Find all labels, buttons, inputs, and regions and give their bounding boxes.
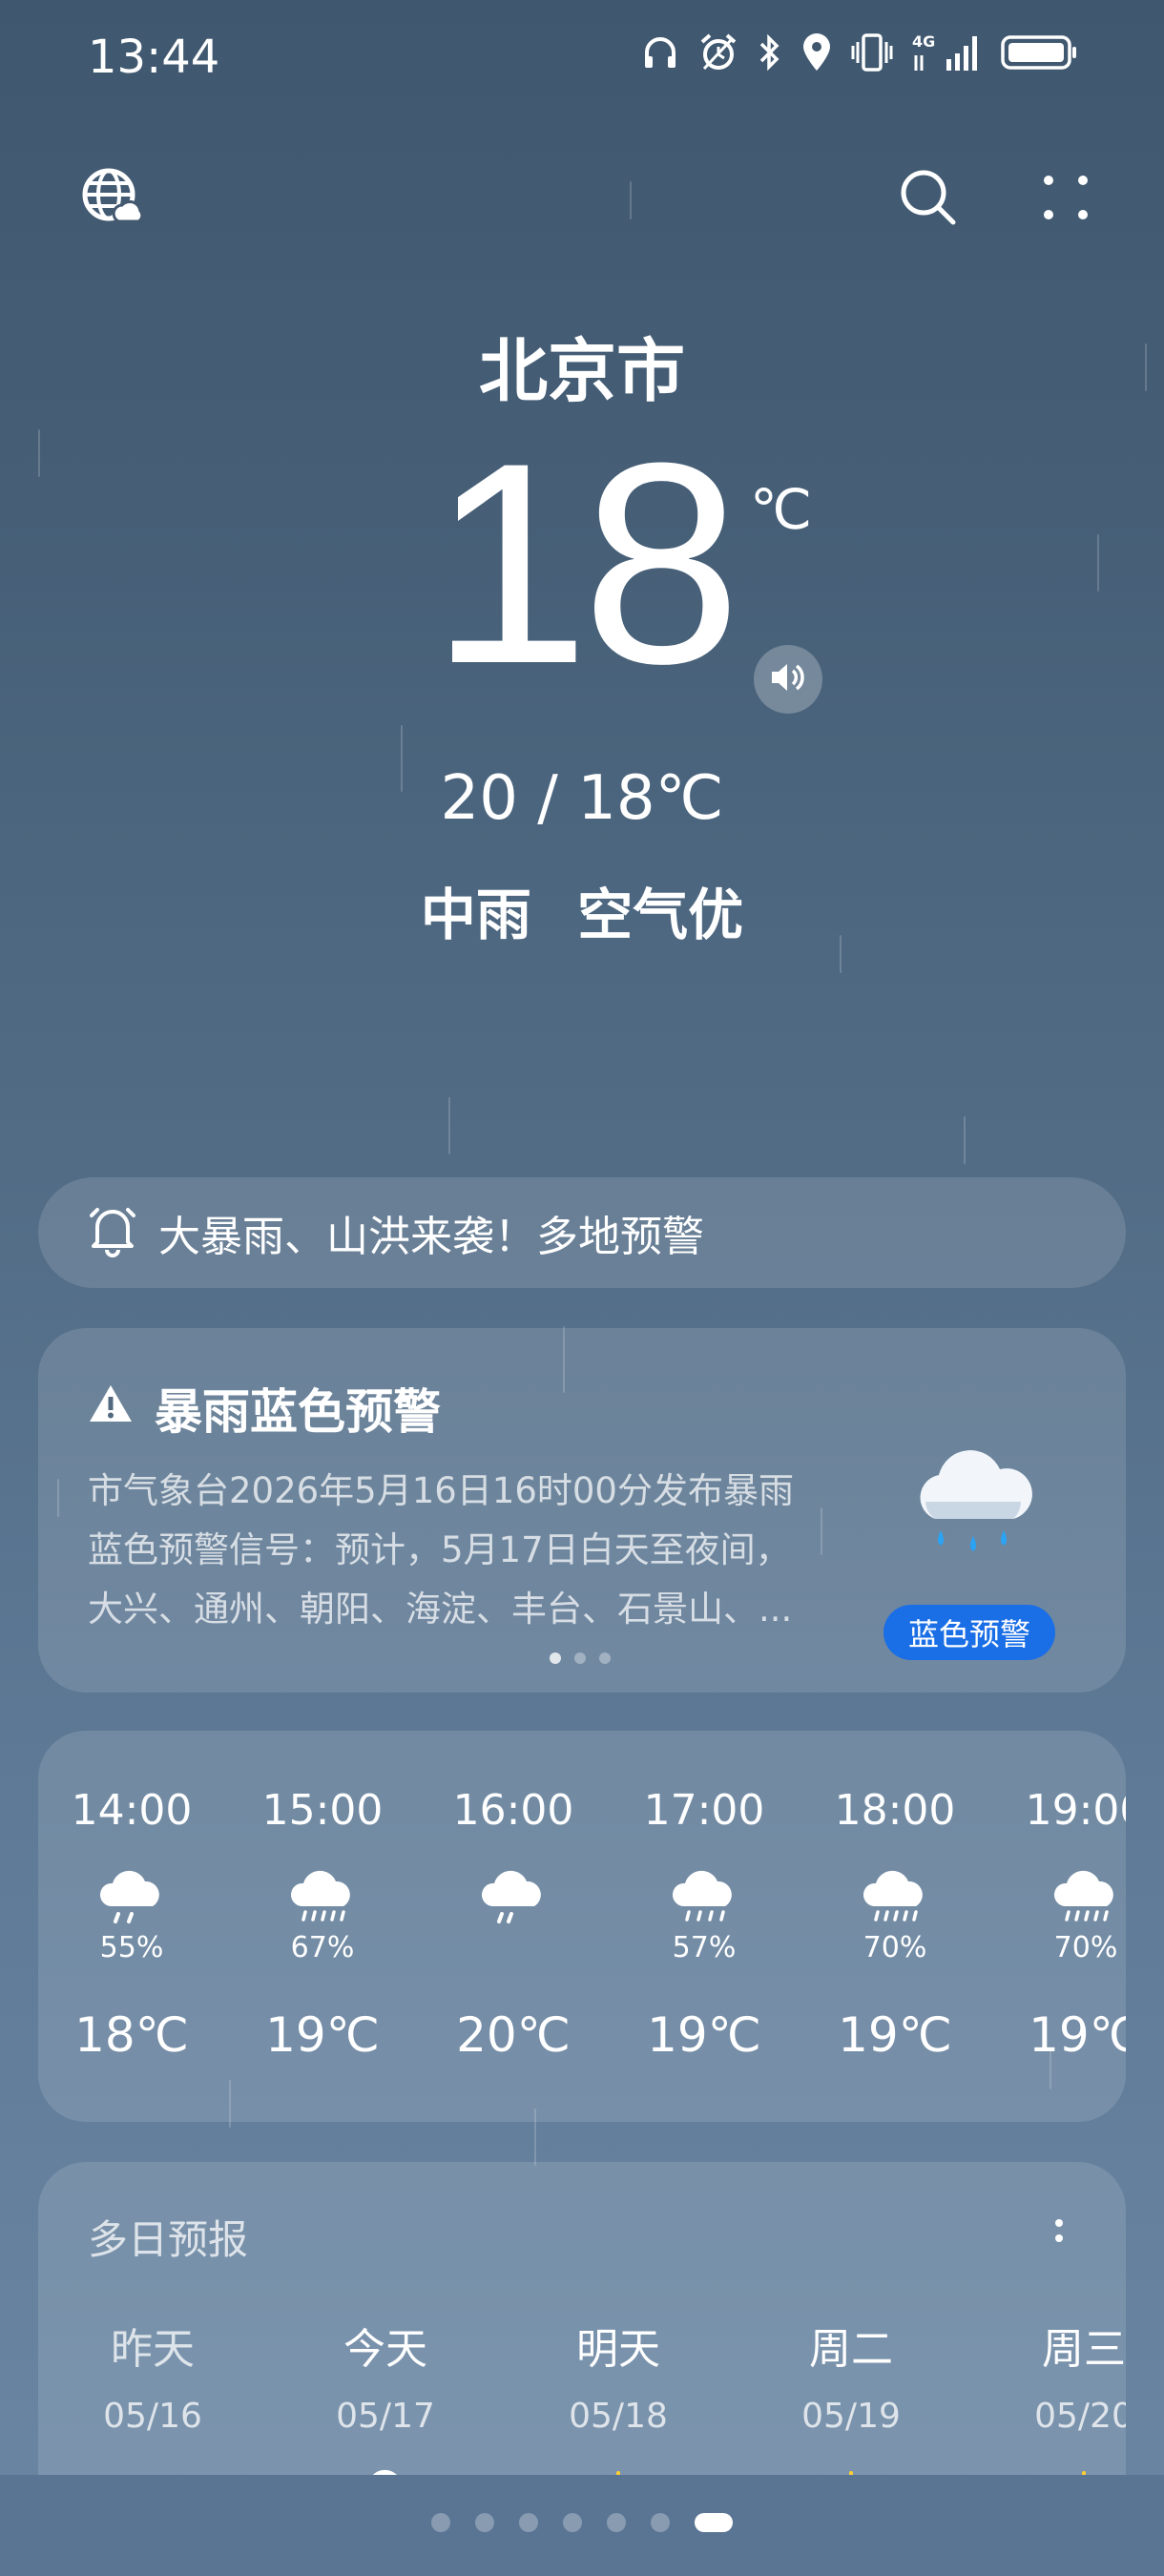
page-dot-active [695,2513,733,2532]
daily-item[interactable]: 昨天 05/16 [57,2315,248,2436]
daily-item[interactable]: 明天 05/18 [523,2315,714,2515]
weather-condition: 中雨 [420,883,531,947]
city-name[interactable]: 北京市 [0,315,1164,415]
search-button[interactable] [895,166,962,233]
hour-temp: 19℃ [838,2007,952,2063]
warning-icon [88,1381,134,1436]
hour-temp: 19℃ [265,2007,380,2063]
status-icons: 4G [641,32,1078,73]
daily-item[interactable]: 周二 05/19 [756,2315,946,2515]
page-dot [475,2513,494,2532]
hour-precip: 55% [99,1931,164,1964]
day-date: 05/17 [336,2397,435,2436]
pager-dot [550,1652,561,1664]
warning-line: 大兴、通州、朝阳、海淀、丰台、石景山、... [88,1589,793,1630]
weather-warning-card[interactable]: 暴雨蓝色预警 市气象台2026年5月16日16时00分发布暴雨 蓝色预警信号：预… [38,1328,1126,1693]
warning-line: 蓝色预警信号：预计，5月17日白天至夜间， [88,1529,791,1570]
hourly-forecast[interactable]: 14:00 55% 18℃ 15:00 67% 19℃ 16:00 20℃ 17… [38,1731,1126,2122]
city-page-indicator[interactable] [0,2513,1164,2532]
day-date: 05/20 [1034,2397,1126,2436]
page-dot [563,2513,582,2532]
battery-icon [1000,32,1078,73]
hour-time: 15:00 [261,1786,384,1835]
air-quality[interactable]: 空气优 [577,883,743,947]
page-dot [431,2513,450,2532]
day-date: 05/18 [569,2397,668,2436]
page-dot [519,2513,538,2532]
bluetooth-icon [758,32,782,73]
status-time: 13:44 [88,31,220,84]
temperature-unit: ℃ [750,477,813,542]
hour-time: 14:00 [71,1786,193,1835]
hour-precip: 57% [672,1931,737,1964]
day-label: 昨天 [111,2325,195,2374]
daily-more-button[interactable] [1050,2204,1069,2261]
day-label: 周三 [1042,2325,1126,2374]
hour-time: 17:00 [643,1786,765,1835]
daily-item[interactable]: 周三 05/20 [988,2315,1126,2515]
rain-cloud-icon [97,1868,166,1933]
daily-forecast-title: 多日预报 [88,2216,249,2263]
page-dot [651,2513,670,2532]
current-temperature: 18 [430,403,741,723]
hour-precip: 70% [863,1931,927,1964]
location-icon [801,32,832,73]
rain-cloud-icon [861,1868,929,1933]
warning-line: 市气象台2026年5月16日16时00分发布暴雨 [88,1470,794,1511]
page-dot [607,2513,626,2532]
city-manage-button[interactable] [78,166,145,233]
hour-temp: 18℃ [74,2007,189,2063]
day-date: 05/16 [103,2397,202,2436]
speaker-icon [768,657,808,701]
temperature-range: 20 / 18℃ [440,763,724,834]
pager-dot [574,1652,586,1664]
daily-item[interactable]: 今天 05/17 [290,2315,481,2505]
day-date: 05/19 [801,2397,901,2436]
globe-cloud-icon [80,166,144,233]
day-label: 周二 [809,2325,893,2374]
warning-description: 市气象台2026年5月16日16时00分发布暴雨 蓝色预警信号：预计，5月17日… [88,1462,870,1639]
pager-dot [599,1652,611,1664]
headphones-icon [641,33,679,72]
rain-cloud-icon [479,1868,548,1933]
warning-pager [550,1652,611,1664]
day-label: 明天 [576,2325,660,2374]
bell-icon [88,1204,137,1261]
network-label: 4G [912,32,936,51]
hour-precip: 70% [1053,1931,1118,1964]
condition-line: 中雨 空气优 [0,870,1164,950]
vibrate-icon [851,32,893,73]
signal-icon: 4G [912,32,981,73]
warning-level-badge: 蓝色预警 [883,1605,1055,1660]
hour-temp: 20℃ [456,2007,571,2063]
hour-temp: 19℃ [1029,2007,1126,2063]
warning-title: 暴雨蓝色预警 [155,1384,441,1440]
more-icon [1037,169,1094,230]
hour-time: 16:00 [452,1786,574,1835]
rain-cloud-icon [906,1443,1040,1570]
search-icon [898,167,959,232]
hour-time: 18:00 [834,1786,956,1835]
rain-cloud-icon [1051,1868,1120,1933]
rain-cloud-icon [670,1868,738,1933]
news-alert-text: 大暴雨、山洪来袭！多地预警 [158,1213,704,1261]
more-vertical-icon [1050,2219,1069,2265]
voice-broadcast-button[interactable] [754,645,822,714]
hour-precip: 67% [290,1931,355,1964]
alarm-icon [698,32,738,73]
day-label: 今天 [343,2325,427,2374]
more-button[interactable] [1032,166,1099,233]
hour-time: 19:00 [1025,1786,1126,1835]
rain-cloud-icon [288,1868,357,1933]
warning-title-row: 暴雨蓝色预警 [88,1374,441,1443]
hour-temp: 19℃ [647,2007,761,2063]
news-alert-banner[interactable]: 大暴雨、山洪来袭！多地预警 [38,1177,1126,1288]
status-bar: 13:44 4G [0,0,1164,114]
